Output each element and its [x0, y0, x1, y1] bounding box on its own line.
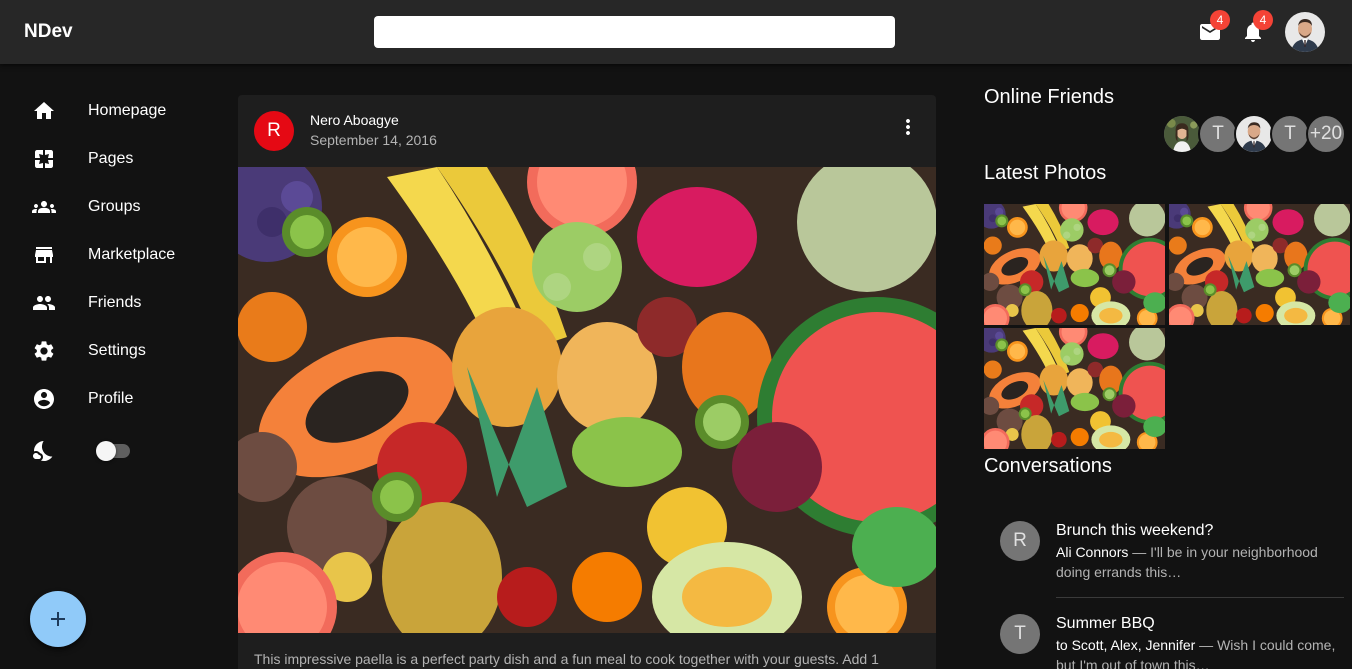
sidebar-item-pages[interactable]: Pages — [0, 135, 220, 183]
conversation-sender: Ali Connors — [1056, 544, 1129, 560]
post-card: R Nero Aboagye September 14, 2016 This i… — [238, 95, 936, 669]
latest-photo[interactable] — [984, 328, 1165, 449]
sidebar-item-label: Homepage — [88, 102, 167, 119]
conversation-avatar: R — [1000, 521, 1040, 561]
online-friend-avatar[interactable]: T — [1198, 114, 1238, 154]
storefront-icon — [35, 247, 53, 263]
sidebar-item-marketplace[interactable]: Marketplace — [0, 231, 220, 279]
conversation-sender: to Scott, Alex, Jennifer — [1056, 637, 1196, 653]
sidebar-item-settings[interactable]: Settings — [0, 327, 220, 375]
divider — [1056, 597, 1344, 598]
pages-icon — [35, 150, 53, 168]
conversation-title: Brunch this weekend? — [1056, 522, 1214, 539]
post-author-avatar[interactable]: R — [254, 111, 294, 151]
online-friend-avatar[interactable] — [1162, 114, 1202, 154]
toggle-thumb — [96, 441, 116, 461]
conversations-title: Conversations — [984, 455, 1112, 477]
sidebar-item-groups[interactable]: Groups — [0, 183, 220, 231]
conversation-snippet: Ali Connors — I'll be in your neighborho… — [1056, 542, 1346, 582]
plus-icon — [51, 612, 65, 626]
conversation-avatar: T — [1000, 614, 1040, 654]
user-avatar[interactable] — [1285, 12, 1325, 52]
online-friends-title: Online Friends — [984, 86, 1115, 108]
post-image[interactable] — [238, 167, 936, 633]
mail-button[interactable]: 4 — [1198, 10, 1230, 44]
notifications-button[interactable]: 4 — [1241, 10, 1273, 44]
search-input[interactable] — [374, 16, 895, 48]
latest-photo[interactable] — [984, 204, 1165, 325]
brand-logo[interactable]: NDev — [24, 21, 73, 43]
sidebar-item-label: Groups — [88, 198, 141, 215]
conversation-title: Summer BBQ — [1056, 615, 1155, 632]
more-friends-avatar[interactable]: +20 — [1306, 114, 1346, 154]
sidebar-item-label: Settings — [88, 342, 146, 359]
gear-icon — [34, 341, 54, 361]
mail-badge: 4 — [1210, 10, 1230, 30]
post-text: This impressive paella is a perfect part… — [254, 651, 879, 667]
sidebar-item-label: Profile — [88, 390, 134, 407]
night-mode-icon — [33, 441, 53, 462]
add-post-button[interactable] — [30, 591, 86, 647]
sidebar-item-label: Marketplace — [88, 246, 176, 263]
post-date: September 14, 2016 — [310, 132, 437, 148]
sidebar-item-label: Friends — [88, 294, 142, 311]
notification-badge: 4 — [1253, 10, 1273, 30]
online-friend-avatar[interactable]: T — [1270, 114, 1310, 154]
dark-mode-toggle[interactable] — [96, 441, 134, 461]
app-bar: NDev 4 4 — [0, 0, 1352, 64]
sidebar-item-label: Pages — [88, 150, 134, 167]
groups-icon — [32, 201, 56, 213]
latest-photo[interactable] — [1169, 204, 1350, 325]
home-icon — [34, 102, 54, 119]
account-circle-icon — [34, 389, 54, 409]
people-icon — [33, 296, 55, 310]
more-vert-icon[interactable] — [896, 115, 920, 139]
sidebar-item-friends[interactable]: Friends — [0, 279, 220, 327]
latest-photos-title: Latest Photos — [984, 162, 1107, 184]
sidebar-item-profile[interactable]: Profile — [0, 375, 220, 423]
conversation-snippet: to Scott, Alex, Jennifer — Wish I could … — [1056, 635, 1346, 669]
sidebar-item-homepage[interactable]: Homepage — [0, 87, 220, 135]
post-author-name[interactable]: Nero Aboagye — [310, 112, 399, 128]
online-friend-avatar[interactable] — [1234, 114, 1274, 154]
